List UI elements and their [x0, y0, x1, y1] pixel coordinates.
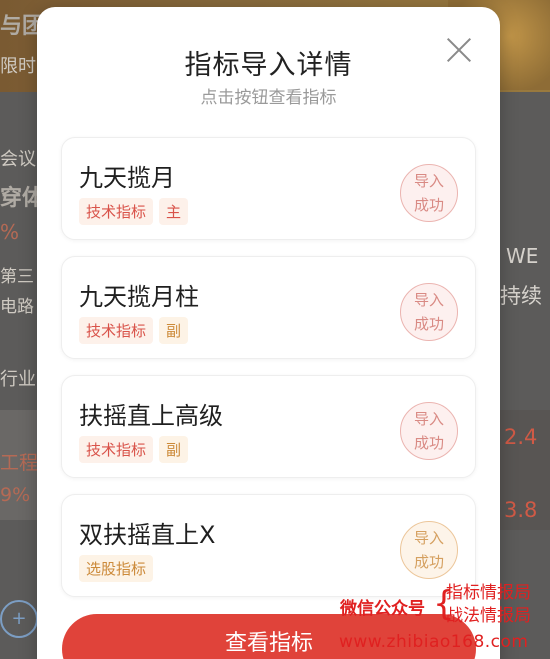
modal-subtitle: 点击按钮查看指标 — [200, 88, 337, 108]
watermark-wechat-label: 微信公众号 — [340, 599, 425, 619]
indicator-tags: 选股指标 — [79, 555, 154, 582]
tag-type: 技术指标 — [79, 317, 154, 344]
success-stamp: 导入 成功 — [400, 521, 458, 579]
indicator-card[interactable]: 双扶摇直上X 选股指标 导入 成功 — [61, 494, 476, 597]
watermark-name: 战法情报局 — [446, 606, 531, 626]
indicator-name: 九天揽月 — [79, 164, 175, 192]
tag-type: 选股指标 — [79, 555, 154, 582]
indicator-name: 双扶摇直上X — [79, 521, 216, 549]
indicator-name: 九天揽月柱 — [79, 283, 199, 311]
indicator-name: 扶摇直上高级 — [79, 402, 223, 430]
bg-text: 会议 — [0, 149, 36, 170]
stamp-line: 成功 — [413, 315, 444, 333]
stamp-line: 导入 — [413, 291, 444, 309]
close-icon[interactable] — [442, 33, 476, 67]
tag-type: 技术指标 — [79, 198, 154, 225]
stamp-line: 成功 — [413, 196, 444, 214]
watermark-url: www.zhibiao168.com — [339, 632, 529, 652]
bg-text: 限时 — [0, 56, 36, 77]
bg-text: 9% — [0, 484, 31, 506]
tag-role: 副 — [159, 436, 189, 463]
success-stamp: 导入 成功 — [400, 402, 458, 460]
stamp-line: 导入 — [413, 529, 444, 547]
bg-text: 工程 — [0, 452, 39, 474]
success-stamp: 导入 成功 — [400, 164, 458, 222]
tag-role: 副 — [159, 317, 189, 344]
indicator-card[interactable]: 扶摇直上高级 技术指标 副 导入 成功 — [61, 375, 476, 478]
watermark-names: 指标情报局 战法情报局 — [446, 582, 531, 628]
bg-text: WE — [506, 244, 539, 268]
success-stamp: 导入 成功 — [400, 283, 458, 341]
indicator-tags: 技术指标 副 — [79, 436, 189, 463]
bg-text: 3.8 — [504, 498, 538, 522]
stamp-line: 成功 — [413, 553, 444, 571]
indicator-tags: 技术指标 副 — [79, 317, 189, 344]
indicator-tags: 技术指标 主 — [79, 198, 189, 225]
bg-text: 2.4 — [504, 425, 538, 449]
stamp-line: 成功 — [413, 434, 444, 452]
bg-text: % — [0, 220, 20, 244]
import-details-modal: 指标导入详情 点击按钮查看指标 九天揽月 技术指标 主 导入 成功 九天揽月柱 … — [37, 7, 500, 659]
stamp-line: 导入 — [413, 172, 444, 190]
watermark-name: 指标情报局 — [446, 583, 531, 603]
add-icon: + — [0, 600, 38, 638]
stamp-line: 导入 — [413, 410, 444, 428]
indicator-card[interactable]: 九天揽月柱 技术指标 副 导入 成功 — [61, 256, 476, 359]
modal-title: 指标导入详情 — [184, 50, 353, 81]
bg-text: 第三 — [0, 267, 34, 287]
indicator-card[interactable]: 九天揽月 技术指标 主 导入 成功 — [61, 137, 476, 240]
bg-text: 电路 — [0, 297, 34, 317]
tag-role: 主 — [159, 198, 189, 225]
bg-text: 行业 — [0, 369, 36, 390]
bg-text: 持续 — [500, 284, 542, 308]
tag-type: 技术指标 — [79, 436, 154, 463]
